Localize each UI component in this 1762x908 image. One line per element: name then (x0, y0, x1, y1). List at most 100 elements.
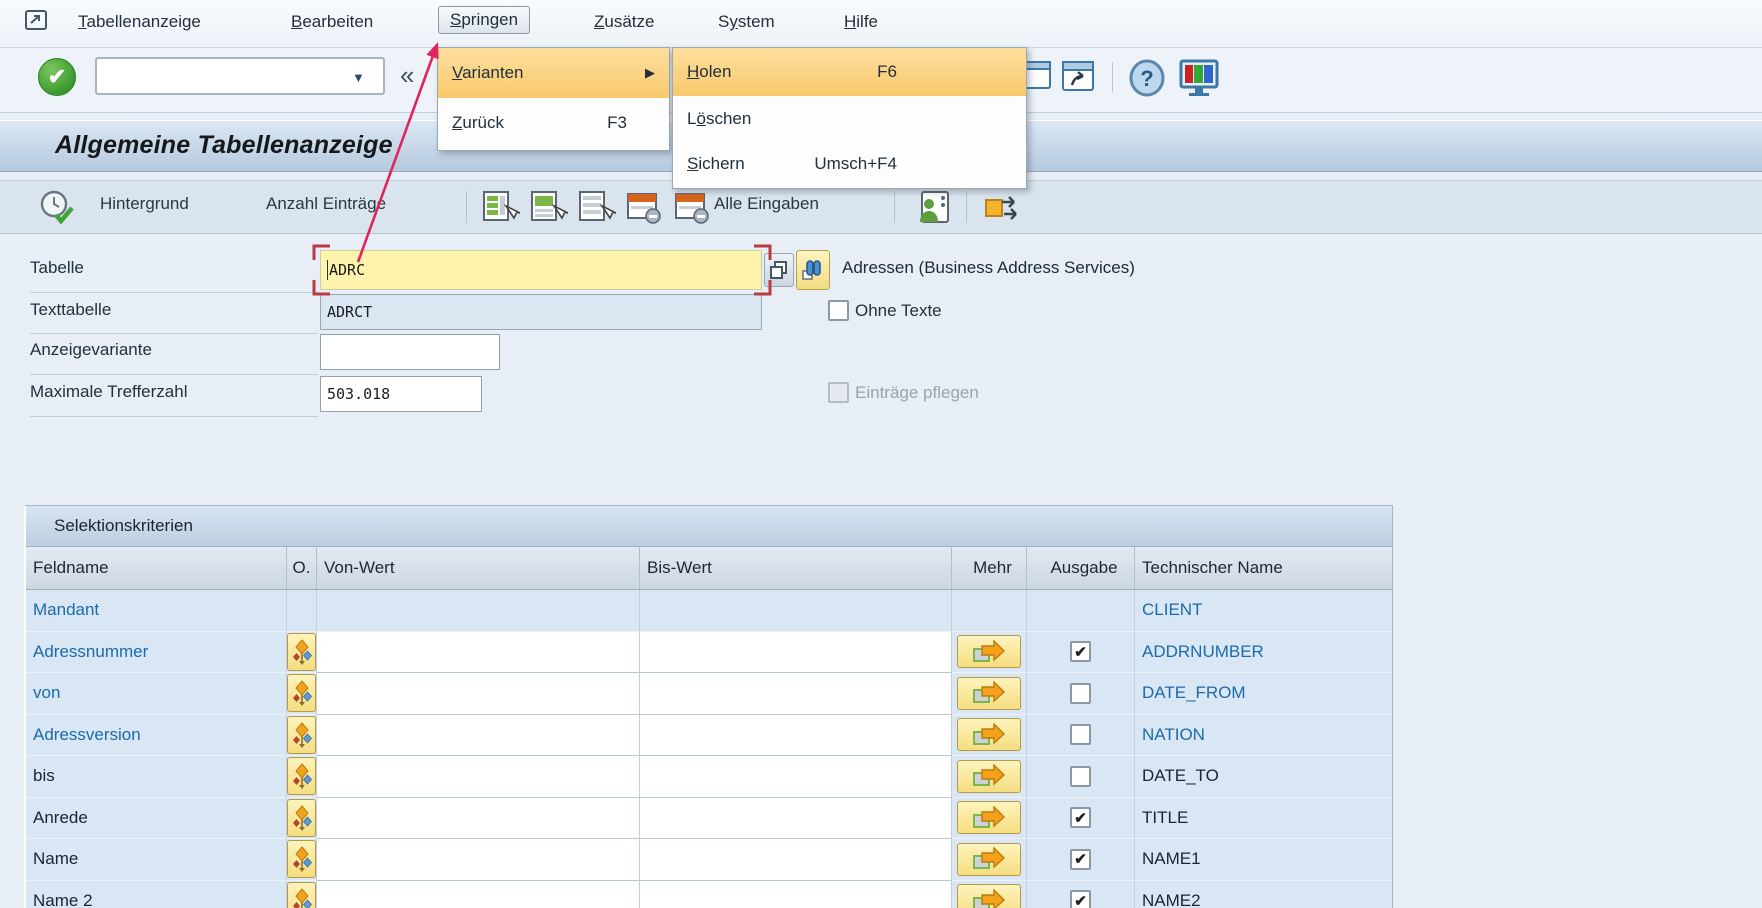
max-trefferzahl-input[interactable] (320, 376, 482, 412)
selection-options-button[interactable] (287, 757, 316, 795)
bis-wert-input[interactable] (640, 798, 952, 840)
menu-item-sichern[interactable]: Sichern Umsch+F4 (673, 141, 1026, 186)
row-separator (30, 333, 318, 334)
menu-label: H (844, 12, 856, 31)
delete-selection-icon[interactable] (626, 190, 664, 229)
eintraege-pflegen-row: Einträge pflegen (828, 382, 979, 403)
von-wert-input[interactable] (317, 798, 640, 840)
output-checkbox[interactable] (1070, 683, 1091, 704)
output-checkbox[interactable]: ✔ (1070, 849, 1091, 870)
customize-layout-icon[interactable] (1178, 58, 1220, 98)
menu-zusaetze[interactable]: Zusätze (588, 9, 660, 35)
col-header-technischer-name: Technischer Name (1135, 547, 1392, 589)
multiple-selection-button[interactable] (957, 635, 1021, 668)
von-wert-input[interactable] (317, 632, 640, 674)
bis-wert-input[interactable] (640, 881, 952, 908)
von-wert-input[interactable] (317, 673, 640, 715)
bis-wert-input[interactable] (640, 673, 952, 715)
execute-with-schedule-icon[interactable] (38, 189, 76, 230)
tabelle-input[interactable]: ADRC (320, 250, 762, 290)
bis-wert-input[interactable] (640, 632, 952, 674)
possible-entries-button[interactable] (764, 253, 794, 287)
menu-label: Z (594, 12, 604, 31)
selection-options-button[interactable] (287, 674, 316, 712)
find-table-button[interactable] (796, 250, 830, 290)
menu-item-label: urück (462, 113, 504, 132)
menu-item-zurueck[interactable]: Zurück F3 (438, 98, 669, 148)
command-dropdown-icon[interactable]: ▼ (352, 70, 365, 85)
menu-item-varianten[interactable]: Varianten ▶ (438, 48, 669, 98)
anzeigevariante-input[interactable] (320, 334, 500, 370)
group-header: Selektionskriterien (26, 506, 1392, 547)
delete-all-selections-icon[interactable] (674, 190, 712, 229)
multiple-selection-button[interactable] (957, 884, 1021, 908)
check-icon: ✔ (48, 64, 66, 90)
deselect-all-icon[interactable] (578, 190, 616, 229)
menu-hilfe[interactable]: Hilfe (838, 9, 884, 35)
binoculars-icon (801, 259, 825, 281)
copy-icon (769, 260, 789, 280)
transport-icon[interactable] (982, 190, 1022, 231)
more-cell (952, 756, 1027, 798)
create-shortcut-icon[interactable] (1060, 58, 1096, 98)
multiple-selection-button[interactable] (957, 718, 1021, 751)
multiple-selection-button[interactable] (957, 843, 1021, 876)
enter-button[interactable]: ✔ (38, 58, 76, 96)
output-cell: ✔ (1027, 632, 1135, 674)
selection-options-icon (292, 721, 312, 749)
row-separator (30, 374, 318, 375)
selection-options-icon (292, 887, 312, 908)
ohne-texte-checkbox[interactable] (828, 300, 849, 321)
selection-options-button[interactable] (287, 840, 316, 878)
menu-item-label: Z (452, 113, 462, 132)
selection-options-button[interactable] (287, 799, 316, 837)
output-checkbox[interactable]: ✔ (1070, 641, 1091, 662)
output-checkbox[interactable]: ✔ (1070, 890, 1091, 908)
more-cell (952, 839, 1027, 881)
output-cell (1027, 756, 1135, 798)
menu-label: S (450, 10, 461, 29)
more-cell (952, 632, 1027, 674)
hintergrund-button[interactable]: Hintergrund (100, 194, 189, 214)
output-checkbox[interactable]: ✔ (1070, 807, 1091, 828)
menu-springen[interactable]: Springen (438, 6, 530, 34)
menu-label: abellenanzeige (87, 12, 201, 31)
help-icon[interactable]: ? (1128, 58, 1166, 98)
bis-wert-input[interactable] (640, 756, 952, 798)
user-parameters-icon[interactable] (916, 190, 956, 231)
multiple-selection-button[interactable] (957, 760, 1021, 793)
selection-options-button[interactable] (287, 633, 316, 671)
collapse-toolbar-icon[interactable]: « (400, 60, 414, 91)
multiple-selection-icon (972, 640, 1006, 664)
menu-system[interactable]: System (712, 9, 781, 35)
von-wert-input[interactable] (317, 839, 640, 881)
menu-tabellenanzeige[interactable]: Tabellenanzeige (72, 9, 207, 35)
von-wert-input[interactable] (317, 881, 640, 908)
anzahl-eintraege-button[interactable]: Anzahl Einträge (266, 194, 386, 214)
menu-item-holen[interactable]: Holen F6 (673, 48, 1026, 96)
von-wert-input[interactable] (317, 715, 640, 757)
technical-name-cell: NATION (1135, 715, 1392, 757)
more-cell (952, 590, 1027, 632)
selection-row: vonDATE_FROM (26, 673, 1392, 715)
field-name-cell: Name (26, 839, 287, 881)
selection-options-button[interactable] (287, 716, 316, 754)
command-field[interactable] (95, 57, 385, 95)
select-block-icon[interactable] (530, 190, 568, 229)
menu-shortcut: F6 (877, 62, 897, 82)
bis-wert-input[interactable] (640, 715, 952, 757)
alle-eingaben-button[interactable]: Alle Eingaben (714, 194, 819, 214)
select-all-icon[interactable] (482, 190, 520, 229)
col-header-option: O. (287, 547, 317, 589)
bis-wert-input[interactable] (640, 839, 952, 881)
menu-bearbeiten[interactable]: Bearbeiten (285, 9, 379, 35)
more-cell (952, 798, 1027, 840)
von-wert-input[interactable] (317, 756, 640, 798)
output-checkbox[interactable] (1070, 724, 1091, 745)
multiple-selection-button[interactable] (957, 801, 1021, 834)
menu-item-loeschen[interactable]: Löschen (673, 96, 1026, 141)
multiple-selection-button[interactable] (957, 677, 1021, 710)
selection-options-button[interactable] (287, 882, 316, 908)
field-name-cell: von (26, 673, 287, 715)
output-checkbox[interactable] (1070, 766, 1091, 787)
